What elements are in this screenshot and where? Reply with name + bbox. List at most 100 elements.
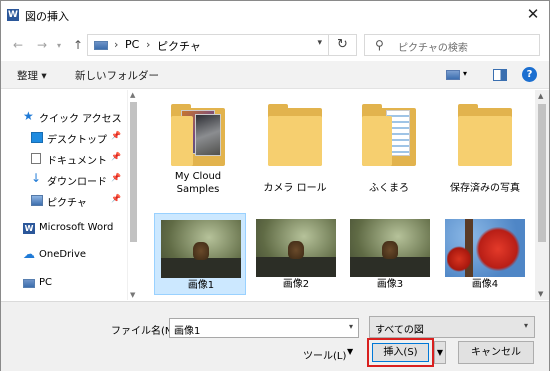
chevron-down-icon[interactable]: ▾ <box>463 69 467 78</box>
scroll-down-icon[interactable]: ▼ <box>538 290 543 298</box>
insert-options-dropdown[interactable]: ▼ <box>434 341 446 364</box>
sidebar-item-onedrive[interactable]: ☁ OneDrive <box>1 245 127 267</box>
pictures-icon <box>31 195 43 206</box>
cloud-icon: ☁ <box>23 247 35 261</box>
recent-dropdown-icon[interactable]: ▾ <box>57 41 61 50</box>
sidebar-item-label: OneDrive <box>39 249 87 260</box>
forward-arrow-icon[interactable]: → <box>37 38 47 52</box>
search-input[interactable]: ⚲ ピクチャの検索 <box>364 34 540 56</box>
file-list-scrollbar[interactable]: ▲ ▼ <box>535 90 549 300</box>
image-tile-2[interactable]: 画像2 <box>250 213 342 295</box>
file-label: 画像2 <box>282 279 310 290</box>
search-placeholder: ピクチャの検索 <box>398 43 468 54</box>
sidebar-item-label: ピクチャ <box>47 198 87 209</box>
chevron-down-icon[interactable]: ▾ <box>349 322 353 331</box>
close-button[interactable]: ✕ <box>525 6 541 22</box>
desktop-icon <box>31 132 43 143</box>
scroll-up-icon[interactable]: ▲ <box>538 92 543 100</box>
star-icon: ★ <box>23 109 34 123</box>
sidebar-item-documents[interactable]: ドキュメント 📌 <box>1 148 127 170</box>
sidebar-item-pc[interactable]: PC <box>1 273 127 295</box>
refresh-button[interactable]: ↻ <box>329 34 357 56</box>
up-arrow-icon[interactable]: ↑ <box>73 38 83 52</box>
chevron-right-icon[interactable]: › <box>146 38 150 51</box>
image-tile-3[interactable]: 画像3 <box>344 213 436 295</box>
file-label: 画像3 <box>376 279 404 290</box>
tools-button[interactable]: ツール(L) <box>303 347 346 362</box>
back-arrow-icon[interactable]: ← <box>13 38 23 52</box>
file-list-scroll-thumb[interactable] <box>538 104 546 242</box>
sidebar-scrollbar[interactable]: ▲ ▼ <box>127 90 138 300</box>
file-label: 保存済みの写真 <box>450 183 520 194</box>
cancel-button[interactable]: キャンセル <box>458 341 534 364</box>
new-folder-button[interactable]: 新しいフォルダー <box>75 68 159 83</box>
word-app-icon: W <box>7 9 19 21</box>
file-type-value: すべての図 <box>375 325 424 336</box>
dialog-footer: ファイル名(N): 画像1 ▾ すべての図 ▾ ツール(L) ▼ 挿入(S) ▼… <box>1 301 549 371</box>
chevron-down-icon[interactable]: ▾ <box>524 321 528 330</box>
file-label: ふくまろ <box>369 183 409 194</box>
sidebar-item-desktop[interactable]: デスクトップ 📌 <box>1 127 127 149</box>
title-bar: W 図の挿入 ✕ <box>1 1 549 29</box>
view-options-icon[interactable] <box>446 70 460 80</box>
pin-icon[interactable]: 📌 <box>111 152 121 161</box>
address-bar[interactable]: › PC › ピクチャ ▾ <box>87 34 329 56</box>
search-icon: ⚲ <box>375 38 384 52</box>
sidebar-item-quick-access[interactable]: ★ クイック アクセス <box>1 106 127 128</box>
document-icon <box>31 153 41 164</box>
sidebar-item-label: デスクトップ <box>47 135 107 146</box>
organize-button[interactable]: 整理 ▾ <box>17 68 47 83</box>
folder-icon <box>171 104 225 166</box>
sidebar-item-label: ダウンロード <box>47 177 107 188</box>
preview-pane-icon[interactable] <box>493 69 507 81</box>
folder-icon <box>268 104 322 166</box>
file-label: 画像1 <box>187 280 215 291</box>
sidebar-item-downloads[interactable]: ↓ ダウンロード 📌 <box>1 169 127 191</box>
file-type-select[interactable]: すべての図 ▾ <box>369 316 535 338</box>
scroll-down-icon[interactable]: ▼ <box>130 291 135 299</box>
sidebar-item-pictures[interactable]: ピクチャ 📌 <box>1 190 127 212</box>
insert-highlight-box: 挿入(S) <box>367 338 434 367</box>
insert-picture-dialog: W 図の挿入 ✕ ← → ▾ ↑ › PC › ピクチャ ▾ ↻ ⚲ ピクチャの… <box>0 0 550 371</box>
navigation-pane: ★ クイック アクセス デスクトップ 📌 ドキュメント 📌 ↓ ダウンロード 📌… <box>1 90 138 300</box>
image-tile-1[interactable]: 画像1 <box>154 213 246 295</box>
folder-icon <box>458 104 512 166</box>
file-label: カメラ ロール <box>263 183 327 194</box>
sidebar-item-label: Microsoft Word <box>39 222 114 233</box>
file-label: 画像4 <box>471 279 499 290</box>
breadcrumb-pictures[interactable]: ピクチャ <box>157 38 201 54</box>
sidebar-scroll-thumb[interactable] <box>130 102 137 242</box>
image-tile-4[interactable]: 画像4 <box>439 213 531 295</box>
navigation-bar: ← → ▾ ↑ › PC › ピクチャ ▾ ↻ ⚲ ピクチャの検索 <box>1 29 549 61</box>
file-list: My Cloud Samples カメラ ロール ふくまろ 保存済みの写真 画像… <box>139 90 535 300</box>
filename-input[interactable]: 画像1 ▾ <box>169 318 359 338</box>
sidebar-item-label: ドキュメント <box>47 156 107 167</box>
pc-icon <box>94 41 108 50</box>
chevron-down-icon[interactable]: ▾ <box>317 38 322 48</box>
pin-icon[interactable]: 📌 <box>111 173 121 182</box>
sidebar-item-microsoft-word[interactable]: W Microsoft Word <box>1 218 127 240</box>
command-bar: 整理 ▾ 新しいフォルダー ▾ ? <box>1 61 549 89</box>
breadcrumb-pc[interactable]: PC <box>125 38 139 51</box>
folder-icon <box>362 104 416 166</box>
scroll-up-icon[interactable]: ▲ <box>130 91 135 99</box>
sidebar-item-label: クイック アクセス <box>39 114 122 125</box>
help-icon[interactable]: ? <box>522 67 537 82</box>
folder-saved-pictures[interactable]: 保存済みの写真 <box>439 98 531 194</box>
folder-my-cloud-samples[interactable]: My Cloud Samples <box>152 98 244 195</box>
pin-icon[interactable]: 📌 <box>111 194 121 203</box>
folder-camera-roll[interactable]: カメラ ロール <box>249 98 341 194</box>
image-thumbnail <box>161 220 241 278</box>
insert-button[interactable]: 挿入(S) <box>372 343 429 362</box>
image-thumbnail <box>350 219 430 277</box>
folder-fukumaro[interactable]: ふくまろ <box>343 98 435 194</box>
image-thumbnail <box>445 219 525 277</box>
download-icon: ↓ <box>31 171 42 185</box>
chevron-down-icon[interactable]: ▼ <box>347 347 353 356</box>
chevron-right-icon[interactable]: › <box>114 38 118 51</box>
pin-icon[interactable]: 📌 <box>111 131 121 140</box>
image-thumbnail <box>256 219 336 277</box>
word-icon: W <box>23 223 35 234</box>
file-label: My Cloud Samples <box>174 171 222 195</box>
sidebar-item-label: PC <box>39 277 53 288</box>
